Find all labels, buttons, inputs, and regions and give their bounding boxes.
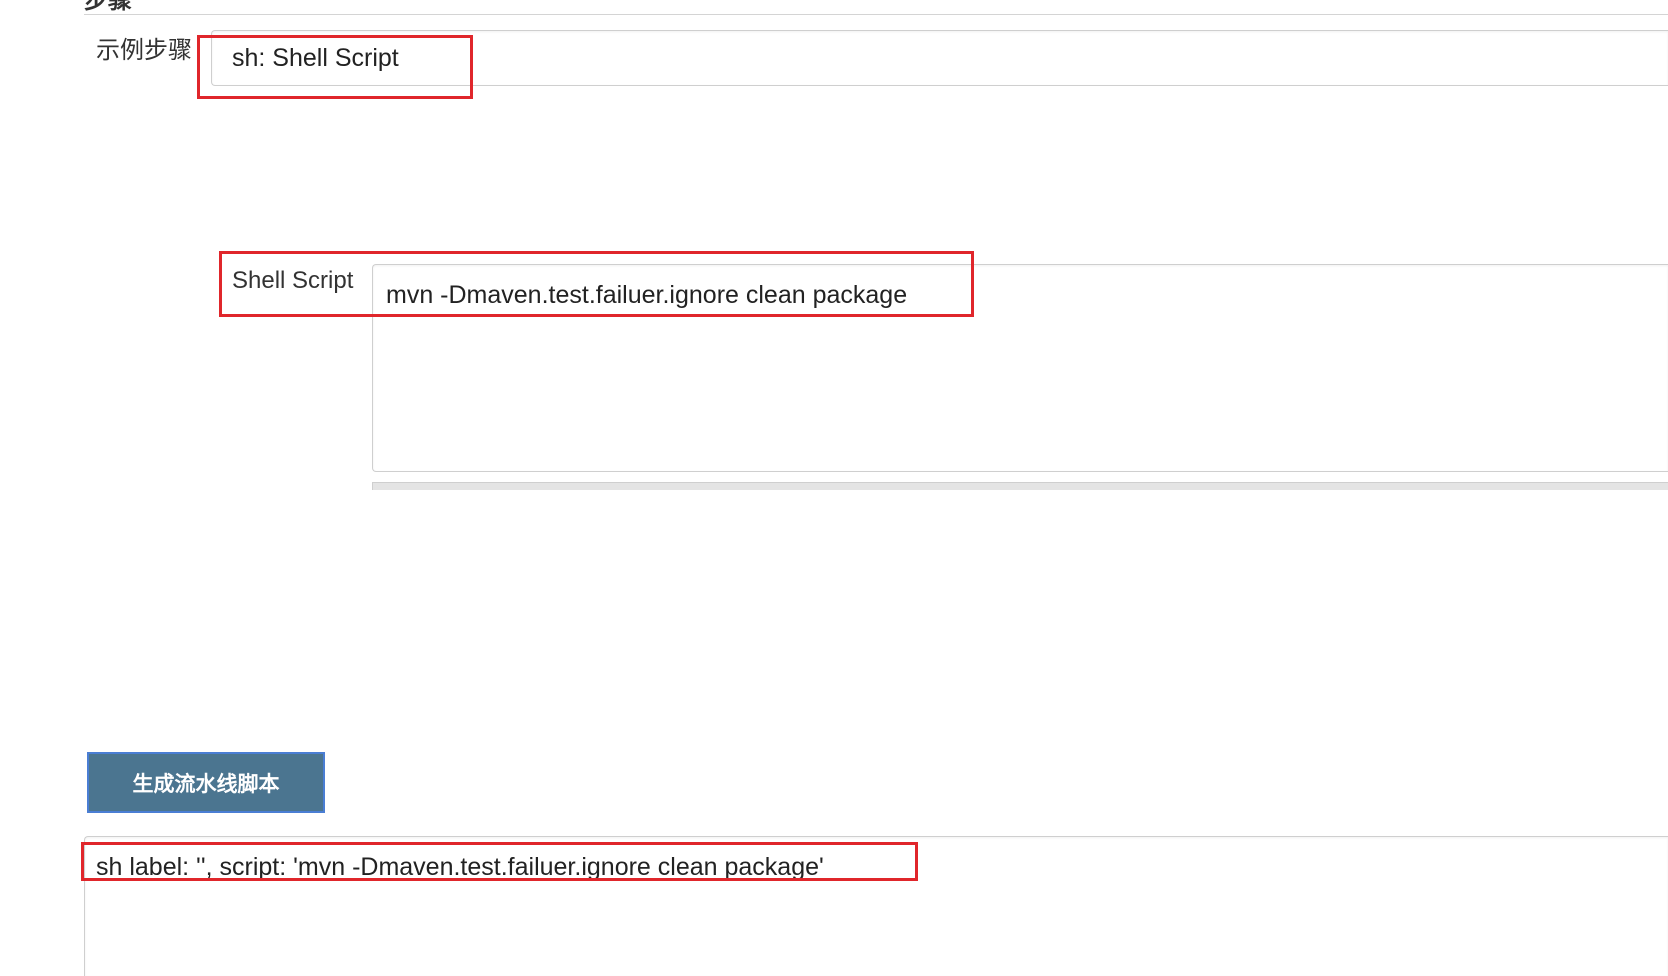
section-divider <box>84 14 1668 15</box>
sample-step-selected-value: sh: Shell Script <box>232 44 399 72</box>
generated-script-output[interactable]: sh label: '', script: 'mvn -Dmaven.test.… <box>84 836 1668 976</box>
section-title: 步骤 <box>84 0 132 14</box>
shell-script-value: mvn -Dmaven.test.failuer.ignore clean pa… <box>386 281 908 309</box>
textarea-resize-handle[interactable] <box>372 482 1668 490</box>
sample-step-label: 示例步骤 <box>96 36 192 64</box>
generate-pipeline-script-button[interactable]: 生成流水线脚本 <box>87 752 325 813</box>
generated-script-value: sh label: '', script: 'mvn -Dmaven.test.… <box>96 853 824 881</box>
sample-step-select[interactable]: sh: Shell Script <box>211 30 1668 86</box>
shell-script-label: Shell Script <box>232 267 354 294</box>
shell-script-textarea[interactable]: mvn -Dmaven.test.failuer.ignore clean pa… <box>372 264 1668 472</box>
